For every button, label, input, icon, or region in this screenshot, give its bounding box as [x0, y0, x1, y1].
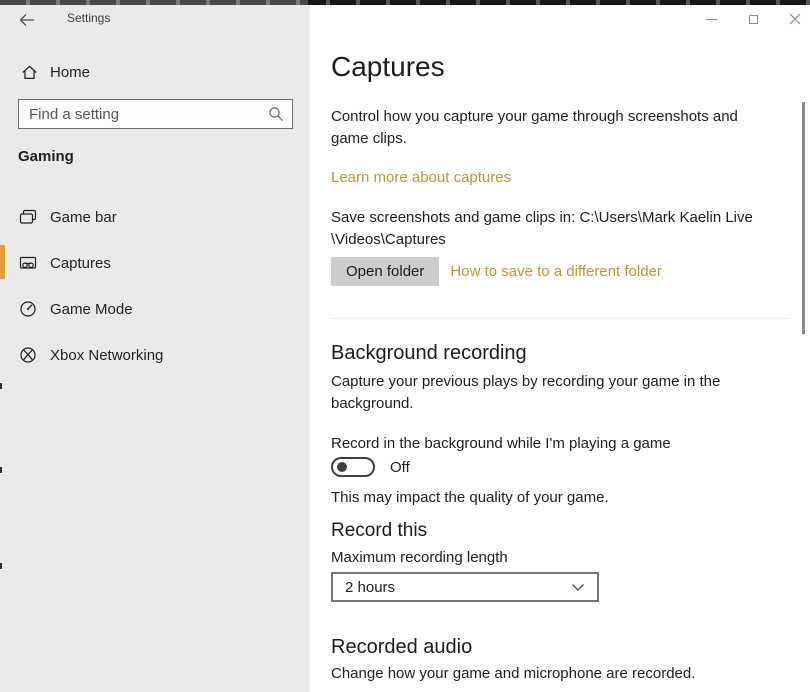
sidebar-item-home[interactable]: Home [0, 54, 310, 90]
sidebar-item-xbox-networking[interactable]: Xbox Networking [0, 337, 310, 373]
sidebar-item-label: Game Mode [50, 300, 133, 318]
captures-icon [18, 253, 38, 273]
different-folder-link[interactable]: How to save to a different folder [450, 263, 662, 280]
scrollbar-thumb[interactable] [802, 102, 805, 334]
recorded-audio-heading: Recorded audio [331, 636, 473, 658]
search-input[interactable] [18, 99, 293, 129]
minimize-button[interactable] [698, 8, 724, 30]
search-box [18, 99, 293, 129]
background-recording-toggle-row: Off [331, 457, 410, 477]
section-divider [331, 318, 789, 319]
window-edge-artifact [0, 383, 2, 389]
selected-option-label: 2 hours [345, 578, 396, 596]
window-edge-artifact [0, 467, 2, 473]
sidebar-item-label: Xbox Networking [50, 346, 164, 364]
record-this-heading: Record this [331, 520, 428, 541]
page-description: Control how you capture your game throug… [331, 108, 738, 147]
settings-window: Settings Home Gaming [0, 0, 810, 692]
max-recording-length-select[interactable]: 2 hours [331, 572, 599, 602]
selected-item-accent-bar [0, 245, 5, 279]
max-recording-length-label: Maximum recording length [331, 549, 508, 566]
maximize-button[interactable] [740, 8, 766, 30]
background-recording-heading: Background recording [331, 342, 527, 364]
window-edge-artifact [0, 563, 2, 569]
background-recording-toggle-label: Record in the background while I'm playi… [331, 435, 671, 452]
minimize-icon [705, 18, 717, 20]
game-mode-icon [18, 299, 38, 319]
sidebar-item-label: Game bar [50, 208, 117, 226]
game-bar-icon [18, 207, 38, 227]
search-icon [267, 105, 285, 123]
back-button[interactable] [17, 10, 37, 30]
page-title: Captures [331, 51, 445, 82]
chevron-down-icon [571, 583, 585, 592]
learn-more-link[interactable]: Learn more about captures [331, 169, 511, 186]
xbox-logo-icon [18, 345, 38, 365]
maximize-icon [748, 14, 758, 24]
quality-note: This may impact the quality of your game… [331, 489, 609, 506]
recorded-audio-description: Change how your game and microphone are … [331, 665, 696, 682]
save-location-line1: Save screenshots and game clips in: C:\U… [331, 209, 753, 226]
background-recording-description: Capture your previous plays by recording… [331, 373, 721, 412]
sidebar-item-game-bar[interactable]: Game bar [0, 199, 310, 235]
sidebar-section-gaming: Gaming [18, 148, 74, 165]
close-icon [789, 13, 801, 25]
sidebar-item-label: Captures [50, 254, 111, 272]
sidebar: Settings Home Gaming [0, 5, 310, 692]
folder-actions-row: Open folder How to save to a different f… [331, 257, 662, 286]
main-content: Captures Control how you capture your ga… [310, 5, 810, 692]
open-folder-button[interactable]: Open folder [331, 257, 440, 286]
save-location-line2: \Videos\Captures [331, 231, 446, 248]
sidebar-item-game-mode[interactable]: Game Mode [0, 291, 310, 327]
sidebar-item-captures[interactable]: Captures [0, 245, 310, 281]
sidebar-item-label: Home [50, 63, 91, 81]
home-icon [20, 63, 39, 82]
toggle-state-label: Off [390, 458, 410, 476]
toggle-knob [337, 462, 347, 472]
background-recording-toggle[interactable] [331, 457, 375, 477]
save-location-text: Save screenshots and game clips in: C:\U… [331, 207, 776, 251]
arrow-left-icon [20, 14, 34, 26]
close-button[interactable] [782, 8, 808, 30]
app-title: Settings [67, 11, 111, 25]
